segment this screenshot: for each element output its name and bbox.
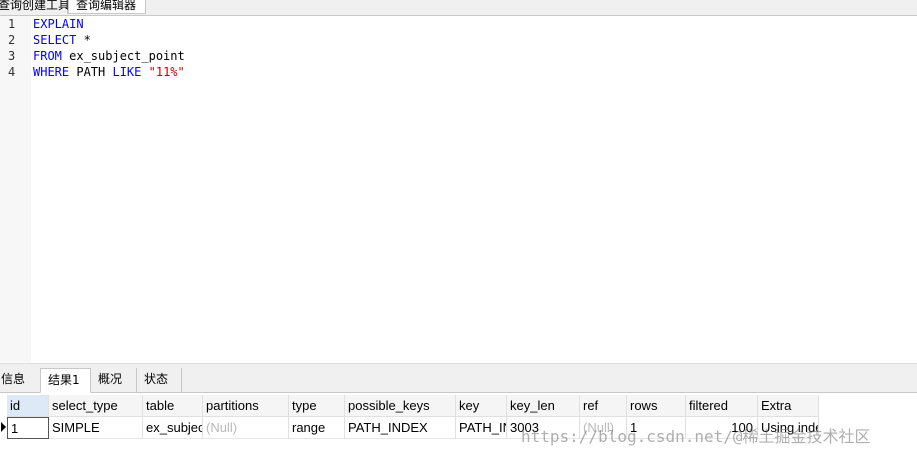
column-header-filtered[interactable]: filtered <box>686 395 758 417</box>
result-grid[interactable]: id select_type table partitions type pos… <box>0 393 917 462</box>
tab-query-builder[interactable]: 查询创建工具 <box>0 0 70 14</box>
code-line: SELECT * <box>33 32 91 48</box>
code-line: FROM ex_subject_point <box>33 48 185 64</box>
query-tab-bar: 查询创建工具 查询编辑器 <box>0 0 917 16</box>
result-tab-bar: 信息 结果1 概况 状态 <box>0 363 917 393</box>
column-header-partitions[interactable]: partitions <box>203 395 289 417</box>
column-header-id[interactable]: id <box>7 395 49 417</box>
column-header-key-len[interactable]: key_len <box>507 395 580 417</box>
sql-keyword: EXPLAIN <box>33 17 84 31</box>
tab-info[interactable]: 信息 <box>0 368 40 392</box>
tab-status[interactable]: 状态 <box>137 368 182 392</box>
column-header-possible-keys[interactable]: possible_keys <box>345 395 456 417</box>
sql-text: ex_subject_point <box>61 49 185 63</box>
cell-possible-keys[interactable]: PATH_INDEX <box>345 417 456 439</box>
column-header-select-type[interactable]: select_type <box>49 395 143 417</box>
cell-key-len[interactable]: 3003 <box>507 417 580 439</box>
cell-key[interactable]: PATH_INDEX <box>456 417 507 439</box>
column-header-table[interactable]: table <box>143 395 203 417</box>
tab-profile[interactable]: 概况 <box>91 368 137 392</box>
cell-type[interactable]: range <box>289 417 345 439</box>
code-line: WHERE PATH LIKE "11%" <box>33 64 185 80</box>
sql-text: PATH <box>69 65 113 79</box>
tab-result1[interactable]: 结果1 <box>40 368 91 393</box>
cell-extra[interactable]: Using index condition <box>758 417 819 439</box>
cell-partitions[interactable]: (Null) <box>203 417 289 439</box>
row-pointer-icon <box>1 422 6 432</box>
cell-table[interactable]: ex_subject_point <box>143 417 203 439</box>
line-number: 2 <box>8 33 16 47</box>
code-line: EXPLAIN <box>33 16 84 32</box>
sql-keyword: SELECT <box>33 33 77 47</box>
sql-keyword: LIKE <box>112 65 142 79</box>
cell-ref[interactable]: (Null) <box>580 417 627 439</box>
cell-id[interactable]: 1 <box>7 417 49 439</box>
column-header-rows[interactable]: rows <box>627 395 686 417</box>
sql-text: * <box>76 33 91 47</box>
column-header-extra[interactable]: Extra <box>758 395 819 417</box>
sql-string: "11%" <box>141 65 185 79</box>
line-number: 3 <box>8 49 16 63</box>
sql-keyword: WHERE <box>33 65 70 79</box>
cell-filtered[interactable]: 100 <box>686 417 758 439</box>
cell-select-type[interactable]: SIMPLE <box>49 417 143 439</box>
column-header-ref[interactable]: ref <box>580 395 627 417</box>
tab-query-editor[interactable]: 查询编辑器 <box>68 0 146 14</box>
line-number: 4 <box>8 65 16 79</box>
sql-keyword: FROM <box>33 49 62 63</box>
current-row-indicator <box>0 417 7 437</box>
line-number: 1 <box>8 17 16 31</box>
line-number-gutter: 1 2 3 4 <box>0 16 31 362</box>
column-header-type[interactable]: type <box>289 395 345 417</box>
cell-rows[interactable]: 1 <box>627 417 686 439</box>
column-header-key[interactable]: key <box>456 395 507 417</box>
sql-editor[interactable]: 1 2 3 4 EXPLAIN SELECT * FROM ex_subject… <box>0 16 917 362</box>
